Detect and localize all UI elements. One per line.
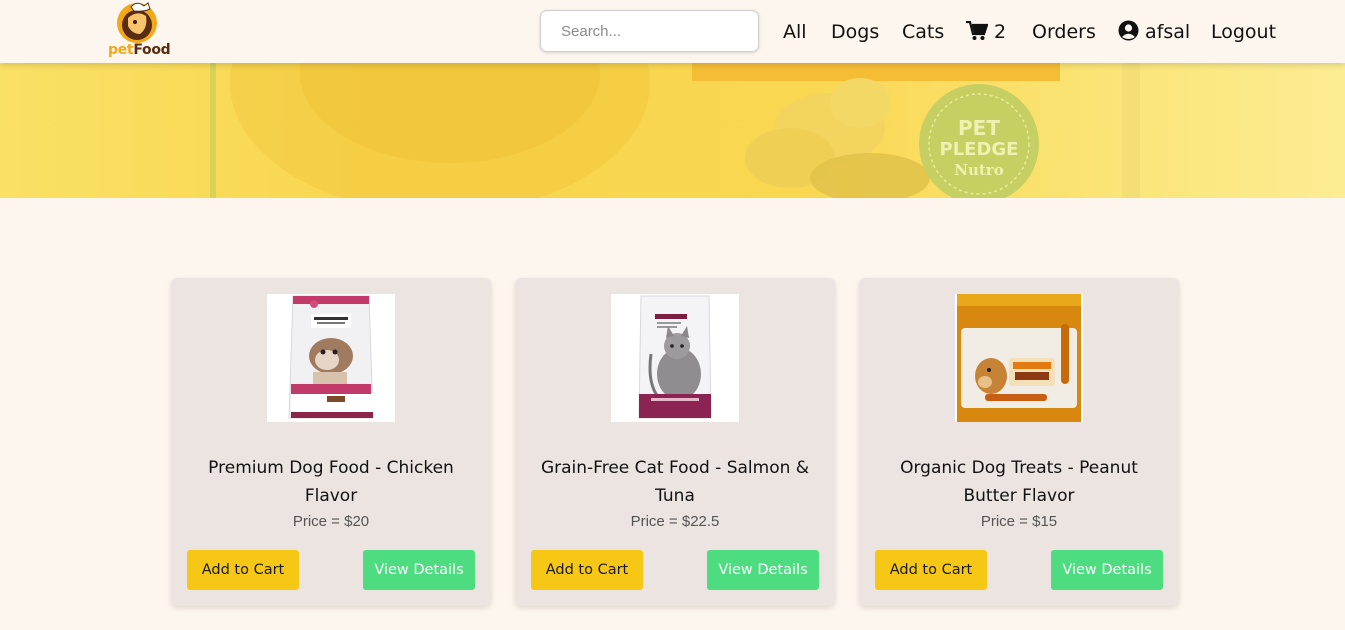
product-price: Price = $22.5 <box>630 513 720 530</box>
product-card: Premium Dog Food - Chicken Flavor Price … <box>171 278 491 606</box>
product-card: Grain-Free Cat Food - Salmon & Tuna Pric… <box>515 278 835 606</box>
cart-icon <box>966 20 989 40</box>
dog-food-bag-image <box>267 294 395 422</box>
nav-user[interactable]: afsal <box>1118 20 1190 44</box>
badge-text-brand: Nutro <box>954 161 1003 179</box>
product-card: Organic Dog Treats - Peanut Butter Flavo… <box>859 278 1179 606</box>
brand-name-food: Food <box>133 42 171 58</box>
nav-cats[interactable]: Cats <box>902 20 944 44</box>
product-title: Grain-Free Cat Food - Salmon & Tuna <box>540 458 810 506</box>
badge-text-pet: PET <box>958 116 1000 140</box>
nav-dogs[interactable]: Dogs <box>831 20 879 44</box>
add-to-cart-button[interactable]: Add to Cart <box>187 550 299 590</box>
nav-orders[interactable]: Orders <box>1032 20 1096 44</box>
product-title: Organic Dog Treats - Peanut Butter Flavo… <box>900 458 1138 506</box>
user-circle-icon <box>1118 20 1139 41</box>
add-to-cart-button[interactable]: Add to Cart <box>531 550 643 590</box>
peanut-butter-jar-image <box>955 294 1083 422</box>
view-details-button[interactable]: View Details <box>707 550 819 590</box>
brand-name[interactable]: petFood <box>108 42 171 58</box>
badge-text-pledge: PLEDGE <box>940 139 1019 160</box>
cat-food-bag-image <box>611 294 739 422</box>
brand-name-pet: pet <box>108 42 134 58</box>
product-image[interactable] <box>267 294 395 422</box>
cart-count: 2 <box>994 21 1007 43</box>
product-title: Premium Dog Food - Chicken Flavor <box>208 458 454 506</box>
navbar: petFood All Dogs Cats 2 Orders afsal Log… <box>0 0 1345 63</box>
add-to-cart-button[interactable]: Add to Cart <box>875 550 987 590</box>
product-image[interactable] <box>955 294 1083 422</box>
nav-cart[interactable]: 2 <box>966 20 1006 44</box>
hero-image: PET PLEDGE Nutro <box>210 63 1140 198</box>
view-details-button[interactable]: View Details <box>363 550 475 590</box>
product-price: Price = $15 <box>980 513 1058 530</box>
product-image[interactable] <box>611 294 739 422</box>
user-name: afsal <box>1145 21 1191 43</box>
nav-all[interactable]: All <box>783 20 807 44</box>
product-price: Price = $20 <box>292 513 370 530</box>
hero-banner: PET PLEDGE Nutro <box>0 63 1345 198</box>
nav-logout[interactable]: Logout <box>1211 20 1276 44</box>
view-details-button[interactable]: View Details <box>1051 550 1163 590</box>
search-input[interactable] <box>540 10 759 52</box>
